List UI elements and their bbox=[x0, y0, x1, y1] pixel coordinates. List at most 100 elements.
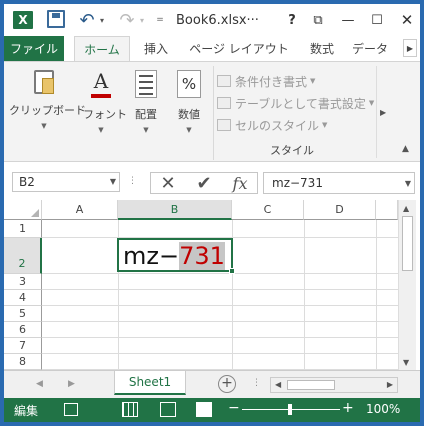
scroll-down-icon[interactable]: ▼ bbox=[403, 358, 409, 367]
name-box-dropdown-icon[interactable]: ▼ bbox=[110, 177, 116, 186]
row-header-2[interactable]: 2 bbox=[4, 238, 42, 274]
undo-icon[interactable]: ↶ bbox=[78, 10, 96, 31]
cell-styles-label: セルのスタイル bbox=[235, 118, 320, 133]
alignment-dropdown-icon: ▼ bbox=[143, 126, 149, 134]
ribbon-display-options-button[interactable]: ⧉ bbox=[305, 8, 331, 32]
scroll-right-icon[interactable]: ▶ bbox=[387, 380, 393, 389]
customize-qat-icon[interactable]: = bbox=[155, 10, 165, 30]
redo-dropdown-icon[interactable]: ▾ bbox=[138, 10, 146, 30]
row-header-7[interactable]: 7 bbox=[4, 338, 42, 354]
conditional-format-label: 条件付き書式 bbox=[235, 74, 308, 89]
row-header-5[interactable]: 5 bbox=[4, 306, 42, 322]
confirm-entry-icon[interactable]: ✔ bbox=[189, 173, 219, 194]
row-header-8[interactable]: 8 bbox=[4, 354, 42, 370]
ribbon-divider bbox=[213, 66, 214, 160]
row-header-3[interactable]: 3 bbox=[4, 274, 42, 290]
clipboard-icon bbox=[34, 70, 54, 94]
alignment-button[interactable]: 配置 ▼ bbox=[128, 70, 164, 134]
zoom-slider-thumb[interactable] bbox=[288, 404, 292, 415]
tab-data[interactable]: データ bbox=[350, 36, 390, 61]
sheet-tab-sheet1[interactable]: Sheet1 bbox=[114, 371, 186, 395]
sheet-tab-bar: ◀ ▶ Sheet1 + ⋮ ◀ ▶ bbox=[4, 370, 420, 398]
maximize-button[interactable]: ☐ bbox=[364, 8, 390, 32]
alignment-icon bbox=[135, 70, 157, 98]
worksheet-grid[interactable]: A B C D 1 2 3 4 5 6 7 8 mz−731 ▲ ▼ bbox=[4, 200, 420, 370]
help-button[interactable]: ? bbox=[279, 8, 305, 32]
styles-group: 条件付き書式 ▼ テーブルとして書式設定 ▼ セルのスタイル ▼ bbox=[217, 70, 377, 136]
conditional-format-button[interactable]: 条件付き書式 ▼ bbox=[217, 70, 377, 92]
name-box[interactable]: B2 ▼ bbox=[12, 172, 120, 192]
tab-insert[interactable]: 挿入 bbox=[136, 36, 176, 61]
page-break-view-icon[interactable] bbox=[196, 402, 212, 417]
grid-row bbox=[42, 220, 398, 238]
minimize-button[interactable]: — bbox=[335, 8, 361, 32]
grid-column-line bbox=[304, 220, 305, 370]
column-header-a[interactable]: A bbox=[42, 200, 118, 220]
grid-row bbox=[42, 290, 398, 306]
tab-split-grip-icon[interactable]: ⋮ bbox=[252, 378, 261, 388]
horizontal-scroll-thumb[interactable] bbox=[287, 380, 335, 390]
column-header-next[interactable] bbox=[376, 200, 398, 220]
excel-app-icon[interactable]: X bbox=[13, 11, 33, 29]
ribbon-scroll-right-icon[interactable]: ▶ bbox=[380, 108, 386, 117]
font-button[interactable]: A フォント ▼ bbox=[83, 70, 127, 134]
clipboard-button[interactable]: クリップボード ▼ bbox=[9, 70, 86, 130]
format-as-table-dropdown-icon: ▼ bbox=[368, 99, 375, 107]
horizontal-scrollbar[interactable]: ◀ ▶ bbox=[270, 377, 398, 393]
column-header-d[interactable]: D bbox=[304, 200, 376, 220]
cell-b2-text: mz− bbox=[123, 242, 180, 270]
vertical-scroll-thumb[interactable] bbox=[402, 216, 413, 271]
macro-record-icon[interactable] bbox=[64, 403, 78, 416]
expand-formula-bar-icon[interactable]: ▼ bbox=[405, 179, 411, 188]
zoom-level[interactable]: 100% bbox=[366, 402, 400, 416]
clipboard-label: クリップボード bbox=[9, 104, 86, 117]
row-header-1[interactable]: 1 bbox=[4, 220, 42, 238]
previous-sheet-icon[interactable]: ◀ bbox=[36, 379, 43, 389]
normal-view-icon[interactable] bbox=[122, 402, 138, 417]
cell-styles-button[interactable]: セルのスタイル ▼ bbox=[217, 114, 377, 136]
page-layout-view-icon[interactable] bbox=[160, 402, 176, 417]
grid-row bbox=[42, 338, 398, 354]
zoom-in-button[interactable]: + bbox=[342, 400, 354, 416]
scroll-left-icon[interactable]: ◀ bbox=[275, 380, 281, 389]
undo-dropdown-icon[interactable]: ▾ bbox=[98, 10, 106, 30]
formula-input[interactable]: mz−731 ▼ bbox=[263, 172, 415, 194]
add-sheet-icon[interactable]: + bbox=[218, 375, 236, 393]
scroll-up-icon[interactable]: ▲ bbox=[403, 204, 409, 213]
next-sheet-icon[interactable]: ▶ bbox=[68, 379, 75, 389]
percent-icon: % bbox=[177, 70, 201, 98]
cell-b2-selected-text: 731 bbox=[179, 242, 225, 270]
number-button[interactable]: % 数値 ▼ bbox=[171, 70, 207, 134]
save-icon[interactable] bbox=[47, 10, 65, 28]
format-as-table-label: テーブルとして書式設定 bbox=[235, 96, 366, 111]
grid-row bbox=[42, 354, 398, 370]
column-header-c[interactable]: C bbox=[232, 200, 304, 220]
tabs-scroll-right-icon[interactable]: ▶ bbox=[403, 39, 417, 57]
ribbon-tabs: ファイル ホーム 挿入 ページ レイアウト 数式 データ ▶ bbox=[4, 36, 420, 62]
close-button[interactable]: ✕ bbox=[394, 8, 420, 32]
redo-icon[interactable]: ↷ bbox=[118, 10, 136, 31]
insert-function-icon[interactable]: fx bbox=[225, 173, 255, 193]
formula-bar-grip-icon[interactable]: ⋮ bbox=[128, 176, 137, 186]
row-header-4[interactable]: 4 bbox=[4, 290, 42, 306]
tab-page-layout[interactable]: ページ レイアウト bbox=[184, 36, 294, 61]
zoom-out-button[interactable]: − bbox=[228, 400, 240, 416]
format-as-table-button[interactable]: テーブルとして書式設定 ▼ bbox=[217, 92, 377, 114]
fill-handle[interactable] bbox=[229, 268, 235, 274]
select-all-button[interactable] bbox=[4, 200, 42, 220]
cell-styles-icon bbox=[217, 119, 231, 131]
vertical-scrollbar[interactable]: ▲ ▼ bbox=[398, 200, 416, 370]
conditional-format-icon bbox=[217, 75, 231, 87]
active-cell-b2[interactable]: mz−731 bbox=[117, 238, 233, 272]
cancel-entry-icon[interactable]: ✕ bbox=[153, 173, 183, 194]
conditional-format-dropdown-icon: ▼ bbox=[310, 77, 316, 85]
tab-file[interactable]: ファイル bbox=[4, 36, 64, 61]
formula-buttons: ✕ ✔ fx bbox=[150, 172, 258, 194]
number-dropdown-icon: ▼ bbox=[186, 126, 192, 134]
column-header-b[interactable]: B bbox=[118, 200, 232, 220]
alignment-label: 配置 bbox=[135, 108, 157, 121]
tab-formulas[interactable]: 数式 bbox=[302, 36, 342, 61]
row-header-6[interactable]: 6 bbox=[4, 322, 42, 338]
tab-home[interactable]: ホーム bbox=[74, 36, 130, 62]
collapse-ribbon-icon[interactable]: ▲ bbox=[402, 144, 409, 154]
